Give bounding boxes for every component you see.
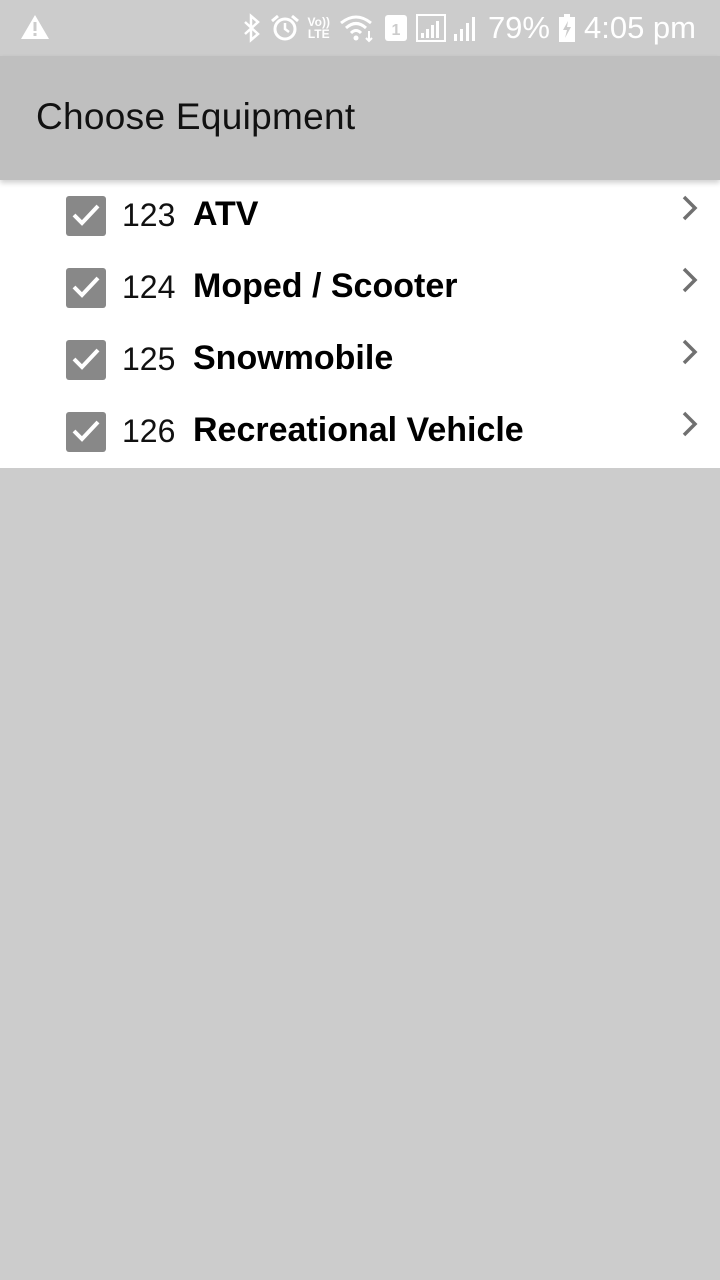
volte-icon: Vo)) LTE bbox=[308, 16, 330, 40]
warning-icon bbox=[20, 14, 50, 45]
equipment-name: Snowmobile bbox=[193, 339, 394, 377]
equipment-name: Moped / Scooter bbox=[193, 267, 458, 305]
check-icon bbox=[72, 420, 100, 442]
status-bar: Vo)) LTE 1 79% 4:05 pm bbox=[0, 0, 720, 56]
equipment-checkbox[interactable] bbox=[66, 196, 106, 236]
equipment-row-125[interactable]: 125 Snowmobile bbox=[0, 324, 720, 396]
equipment-checkbox[interactable] bbox=[66, 268, 106, 308]
wifi-icon bbox=[338, 13, 376, 43]
chevron-right-icon[interactable] bbox=[680, 194, 700, 227]
battery-charging-icon bbox=[558, 13, 576, 43]
equipment-number: 124 bbox=[122, 269, 176, 305]
battery-percent: 79% bbox=[487, 10, 550, 45]
chevron-right-icon[interactable] bbox=[680, 266, 700, 299]
equipment-checkbox[interactable] bbox=[66, 340, 106, 380]
signal-icon bbox=[415, 13, 480, 43]
chevron-right-icon[interactable] bbox=[680, 410, 700, 443]
sim-slot-label: 1 bbox=[391, 22, 400, 39]
check-icon bbox=[72, 348, 100, 370]
equipment-list: 123 ATV 124 Moped / Scooter 125 Snowmobi… bbox=[0, 180, 720, 468]
equipment-row-123[interactable]: 123 ATV bbox=[0, 180, 720, 252]
equipment-row-126[interactable]: 126 Recreational Vehicle bbox=[0, 396, 720, 468]
sim-icon: 1 bbox=[384, 14, 408, 42]
page-title: Choose Equipment bbox=[36, 96, 356, 137]
chevron-right-icon[interactable] bbox=[680, 338, 700, 371]
alarm-icon bbox=[270, 13, 300, 43]
equipment-number: 125 bbox=[122, 341, 176, 377]
equipment-number: 123 bbox=[122, 197, 176, 233]
equipment-name: Recreational Vehicle bbox=[193, 411, 524, 449]
volte-bottom-label: LTE bbox=[307, 27, 330, 41]
clock: 4:05 pm bbox=[583, 10, 696, 45]
app-bar: Choose Equipment bbox=[0, 56, 720, 180]
equipment-row-124[interactable]: 124 Moped / Scooter bbox=[0, 252, 720, 324]
equipment-number: 126 bbox=[122, 413, 176, 449]
equipment-name: ATV bbox=[193, 195, 259, 233]
equipment-checkbox[interactable] bbox=[66, 412, 106, 452]
check-icon bbox=[72, 276, 100, 298]
check-icon bbox=[72, 204, 100, 226]
bluetooth-icon bbox=[242, 13, 262, 43]
